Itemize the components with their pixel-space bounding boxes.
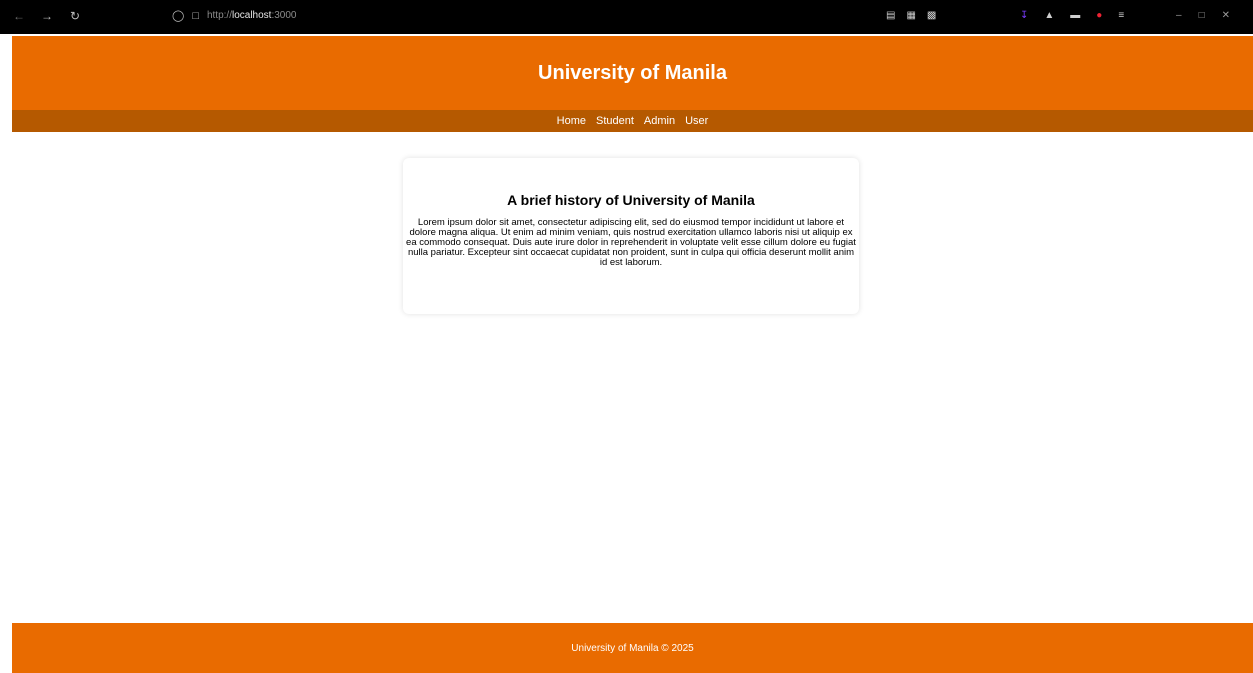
browser-nav-buttons: ← → ↻ bbox=[12, 9, 82, 23]
reload-icon[interactable]: ↻ bbox=[68, 9, 82, 23]
url-port: :3000 bbox=[271, 10, 297, 21]
toolbar-actions: ↧ ▲ ▬ ● ≡ bbox=[1020, 10, 1124, 21]
url-host: localhost bbox=[231, 10, 272, 21]
shield-icon[interactable]: ◯ bbox=[172, 9, 184, 22]
minimize-icon[interactable]: – bbox=[1176, 10, 1182, 21]
browser-toolbar: ← → ↻ ◯ □ http://localhost:3000 ▤ ▦ ▩ ↧ … bbox=[0, 0, 1253, 34]
nav-student-link[interactable]: Student bbox=[596, 115, 634, 127]
menu-icon[interactable]: ≡ bbox=[1118, 10, 1124, 21]
tab-tools-icon[interactable]: ▩ bbox=[927, 10, 936, 21]
card-body: Lorem ipsum dolor sit amet, consectetur … bbox=[406, 217, 856, 268]
forward-arrow-icon[interactable]: → bbox=[40, 9, 54, 23]
folder-icon[interactable]: ▬ bbox=[1070, 10, 1080, 21]
site-header: University of Manila bbox=[12, 36, 1253, 110]
nav-home-link[interactable]: Home bbox=[557, 115, 586, 127]
address-bar[interactable]: ◯ □ http://localhost:3000 bbox=[172, 9, 297, 23]
site-footer: University of Manila © 2025 bbox=[12, 623, 1253, 673]
maximize-icon[interactable]: □ bbox=[1199, 10, 1205, 21]
nav-user-link[interactable]: User bbox=[685, 115, 708, 127]
page-actions: ▤ ▦ ▩ bbox=[886, 10, 936, 21]
footer-text: University of Manila © 2025 bbox=[571, 642, 694, 654]
extensions-icon[interactable]: ▲ bbox=[1044, 10, 1054, 21]
history-card: A brief history of University of Manila … bbox=[403, 158, 859, 314]
page-viewport: University of Manila Home Student Admin … bbox=[12, 36, 1253, 673]
page-icon: □ bbox=[192, 9, 199, 22]
addon-icon[interactable]: ● bbox=[1096, 10, 1102, 21]
site-title: University of Manila bbox=[538, 61, 727, 84]
nav-admin-link[interactable]: Admin bbox=[644, 115, 675, 127]
main-nav: Home Student Admin User bbox=[12, 110, 1253, 132]
url-prefix: http:// bbox=[206, 10, 232, 21]
translate-icon[interactable]: ▦ bbox=[906, 10, 915, 21]
url-text[interactable]: http://localhost:3000 bbox=[207, 10, 297, 21]
download-icon[interactable]: ↧ bbox=[1020, 10, 1028, 21]
window-controls: – □ ✕ bbox=[1176, 10, 1230, 21]
close-icon[interactable]: ✕ bbox=[1222, 10, 1230, 21]
back-arrow-icon[interactable]: ← bbox=[12, 9, 26, 23]
reader-view-icon[interactable]: ▤ bbox=[886, 10, 895, 21]
card-title: A brief history of University of Manila bbox=[507, 192, 755, 208]
